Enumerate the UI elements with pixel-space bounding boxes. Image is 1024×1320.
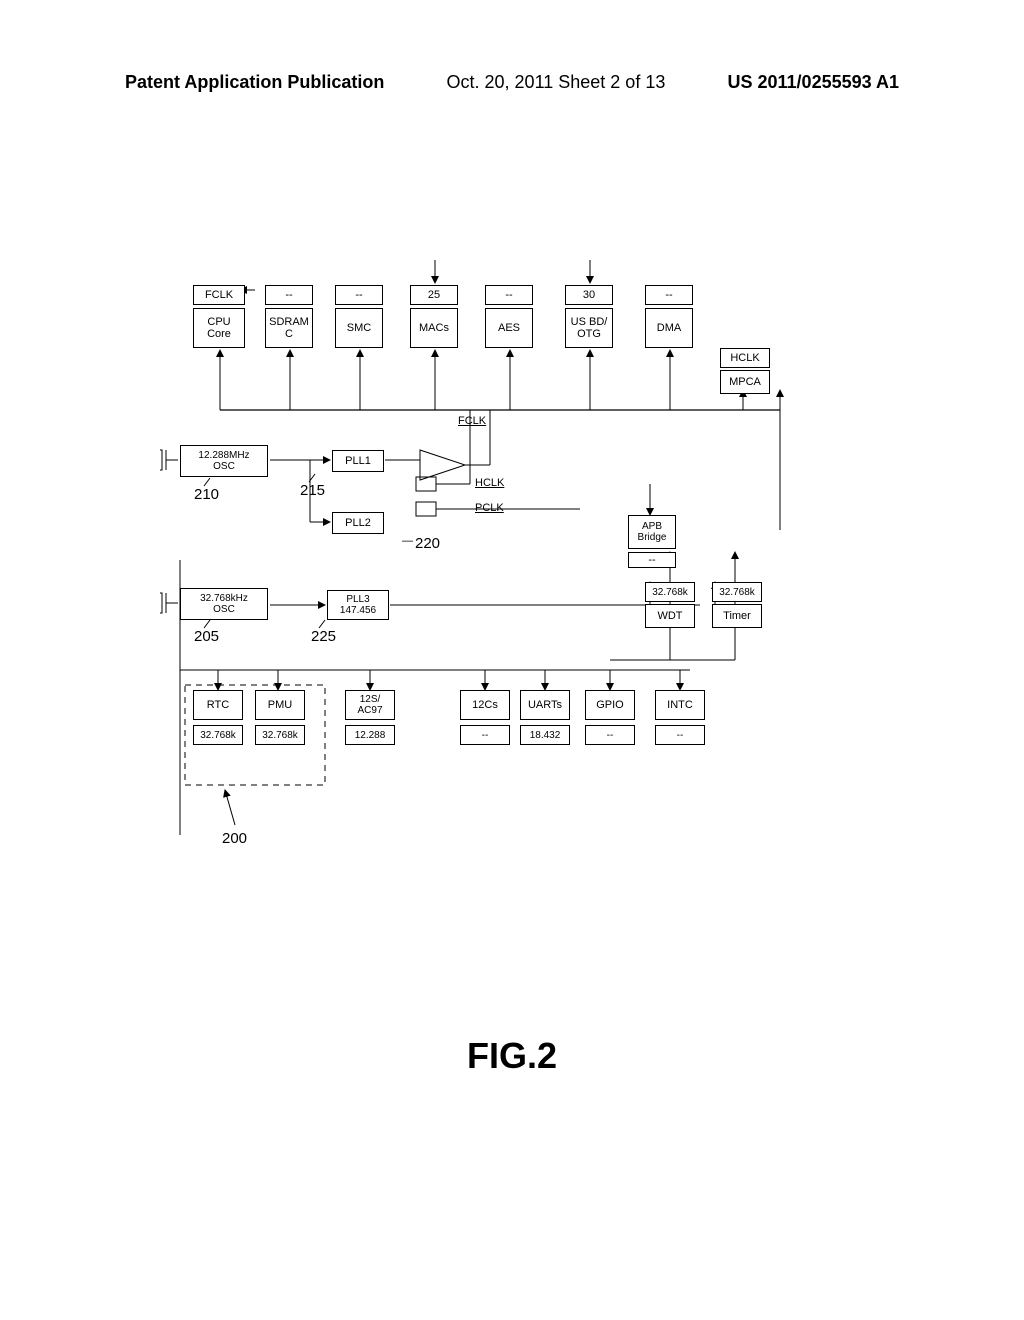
top-dash-2: -- [335, 285, 383, 305]
ref-225: 225 [311, 628, 336, 645]
usbd-30: 30 [565, 285, 613, 305]
macs-25: 25 [410, 285, 458, 305]
smc-box: SMC [335, 308, 383, 348]
ref-215: 215 [300, 482, 325, 499]
i2c-box: 12Cs [460, 690, 510, 720]
dma-box: DMA [645, 308, 693, 348]
diagram-connectors [160, 260, 810, 880]
i2s-12288: 12.288 [345, 725, 395, 745]
aes-box: AES [485, 308, 533, 348]
ref-205: 205 [194, 628, 219, 645]
i2c-dash: -- [460, 725, 510, 745]
mpca-box: MPCA [720, 370, 770, 394]
fclk-box: FCLK [193, 285, 245, 305]
intc-dash: -- [655, 725, 705, 745]
header-right: US 2011/0255593 A1 [728, 72, 899, 93]
uarts-box: UARTs [520, 690, 570, 720]
pll3-box: PLL3 147.456 [327, 590, 389, 620]
osc-12mhz: 12.288MHz OSC [180, 445, 268, 477]
ref-210: 210 [194, 486, 219, 503]
top-dash-4: -- [645, 285, 693, 305]
usbd-box: US BD/ OTG [565, 308, 613, 348]
apb-dash: -- [628, 552, 676, 568]
gpio-box: GPIO [585, 690, 635, 720]
pmu-32768k: 32.768k [255, 725, 305, 745]
sdram-box: SDRAM C [265, 308, 313, 348]
ref-200: 200 [222, 830, 247, 847]
header-left: Patent Application Publication [125, 72, 384, 93]
intc-box: INTC [655, 690, 705, 720]
pmu-box: PMU [255, 690, 305, 720]
wdt-32768k: 32.768k [645, 582, 695, 602]
pll1-box: PLL1 [332, 450, 384, 472]
page-header: Patent Application Publication Oct. 20, … [125, 72, 899, 93]
fclk-bus-label: FCLK [458, 415, 486, 427]
wdt-box: WDT [645, 604, 695, 628]
ref-220-leader: — [402, 535, 413, 547]
pll2-box: PLL2 [332, 512, 384, 534]
clock-diagram: FCLK CPU Core -- SDRAM C -- SMC 25 MACs … [160, 260, 810, 880]
figure-title: FIG.2 [0, 1035, 1024, 1077]
osc-32khz: 32.768kHz OSC [180, 588, 268, 620]
macs-box: MACs [410, 308, 458, 348]
rtc-32768k: 32.768k [193, 725, 243, 745]
gpio-dash: -- [585, 725, 635, 745]
hclk-bus-label: HCLK [475, 477, 504, 489]
rtc-box: RTC [193, 690, 243, 720]
ref-220: 220 [415, 535, 440, 552]
cpu-core-box: CPU Core [193, 308, 245, 348]
timer-32768k: 32.768k [712, 582, 762, 602]
hclk-box: HCLK [720, 348, 770, 368]
pclk-bus-label: PCLK [475, 502, 504, 514]
i2s-box: 12S/ AC97 [345, 690, 395, 720]
header-middle: Oct. 20, 2011 Sheet 2 of 13 [447, 72, 666, 93]
apb-bridge-box: APB Bridge [628, 515, 676, 549]
top-dash-1: -- [265, 285, 313, 305]
top-dash-3: -- [485, 285, 533, 305]
uarts-18432: 18.432 [520, 725, 570, 745]
timer-box: Timer [712, 604, 762, 628]
